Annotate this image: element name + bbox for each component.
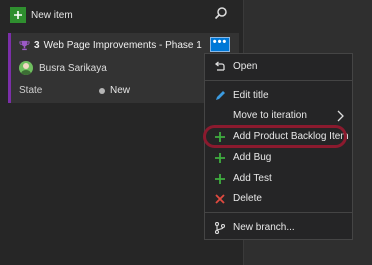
menu-item-open[interactable]: Open xyxy=(205,57,352,77)
menu-item-label: Add Test xyxy=(233,173,272,184)
search-icon[interactable] xyxy=(214,6,228,20)
highlight-ring xyxy=(203,125,347,148)
card-title[interactable]: 3 Web Page Improvements - Phase 1 xyxy=(19,40,202,51)
avatar xyxy=(19,61,33,75)
menu-divider xyxy=(205,212,352,213)
assignee[interactable]: Busra Sarikaya xyxy=(19,61,107,75)
menu-item-add-test[interactable]: Add Test xyxy=(205,169,352,189)
menu-item-label: Add Bug xyxy=(233,152,272,163)
menu-item-move-to-iteration[interactable]: Move to iteration xyxy=(205,106,352,126)
new-item-label: New item xyxy=(31,9,73,21)
menu-item-delete[interactable]: Delete xyxy=(205,189,352,209)
chevron-right-icon xyxy=(337,110,344,122)
menu-item-label: New branch... xyxy=(233,222,295,233)
open-icon xyxy=(214,61,225,71)
menu-item-add-bug[interactable]: Add Bug xyxy=(205,148,352,168)
state-field[interactable]: New xyxy=(99,85,130,96)
plus-icon xyxy=(10,7,26,23)
plus-icon xyxy=(215,174,225,184)
branch-icon xyxy=(214,222,226,234)
assignee-name: Busra Sarikaya xyxy=(39,62,107,74)
menu-item-new-branch[interactable]: New branch... xyxy=(205,218,352,238)
pencil-icon xyxy=(216,91,225,100)
menu-divider xyxy=(205,80,352,81)
work-item-id: 3 xyxy=(34,40,40,51)
menu-item-label: Move to iteration xyxy=(233,110,307,121)
state-dot-icon xyxy=(99,87,105,94)
menu-item-label: Delete xyxy=(233,193,262,204)
menu-item-label: Edit title xyxy=(233,90,269,101)
delete-icon xyxy=(215,194,225,204)
menu-item-edit-title[interactable]: Edit title xyxy=(205,86,352,106)
work-item-title[interactable]: Web Page Improvements - Phase 1 xyxy=(44,40,202,51)
state-value: New xyxy=(110,85,131,96)
menu-item-label: Open xyxy=(233,61,258,72)
trophy-icon xyxy=(19,40,30,51)
state-label: State xyxy=(19,85,43,96)
new-item-button[interactable]: New item xyxy=(10,6,73,24)
more-options-button[interactable]: ••• xyxy=(210,37,230,52)
plus-icon xyxy=(215,153,225,163)
